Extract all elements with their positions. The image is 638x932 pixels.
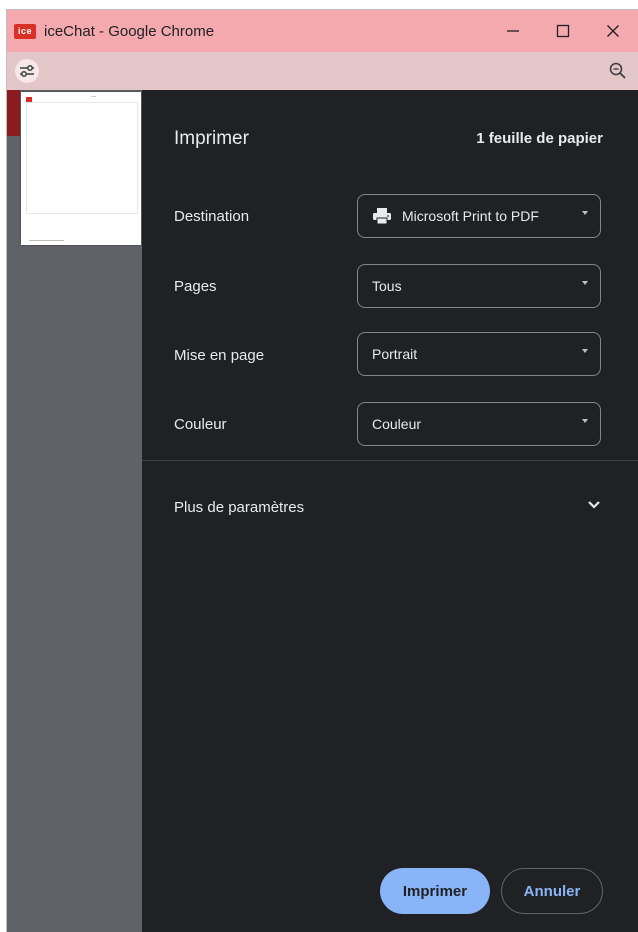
expand-more-icon[interactable] — [587, 500, 601, 510]
layout-select[interactable]: Portrait — [357, 332, 601, 376]
minimize-button[interactable] — [488, 10, 538, 52]
zoom-icon — [609, 62, 626, 79]
window-controls — [488, 10, 638, 52]
chrome-window: ice iceChat - Google Chrome Imprimer 1 f… — [7, 10, 638, 932]
thumbnail-footer-line — [29, 240, 64, 241]
close-button[interactable] — [588, 10, 638, 52]
chevron-down-icon — [582, 211, 588, 215]
chevron-down-icon — [582, 349, 588, 353]
pages-value: Tous — [372, 278, 402, 294]
window-title: iceChat - Google Chrome — [44, 22, 215, 40]
layout-label: Mise en page — [174, 347, 265, 364]
section-divider — [142, 460, 638, 461]
browser-toolbar — [7, 52, 638, 90]
destination-value: Microsoft Print to PDF — [402, 208, 539, 224]
print-preview-area — [20, 90, 142, 932]
color-value: Couleur — [372, 416, 422, 432]
thumbnail-content-box — [26, 102, 138, 214]
maximize-button[interactable] — [538, 10, 588, 52]
sheet-count: 1 feuille de papier — [476, 130, 603, 147]
tune-icon — [20, 65, 34, 77]
minimize-icon — [507, 30, 519, 32]
print-settings-panel: Imprimer 1 feuille de papier Destination… — [142, 90, 638, 932]
background-page-edge — [7, 90, 20, 932]
chevron-down-icon — [582, 419, 588, 423]
maximize-icon — [556, 24, 570, 38]
color-label: Couleur — [174, 416, 227, 433]
background-page-accent — [7, 90, 20, 136]
chevron-down-icon — [582, 281, 588, 285]
print-button[interactable]: Imprimer — [380, 868, 490, 914]
tune-button[interactable] — [15, 59, 39, 83]
printer-icon — [373, 208, 391, 225]
cancel-button[interactable]: Annuler — [501, 868, 603, 914]
destination-select[interactable]: Microsoft Print to PDF — [357, 194, 601, 238]
zoom-button[interactable] — [608, 61, 628, 81]
app-icon: ice — [14, 23, 36, 39]
title-bar: ice iceChat - Google Chrome — [7, 10, 638, 52]
close-icon — [607, 25, 619, 37]
pages-select[interactable]: Tous — [357, 264, 601, 308]
destination-label: Destination — [174, 208, 250, 225]
pages-label: Pages — [174, 278, 217, 295]
thumbnail-text-line — [91, 96, 96, 97]
color-select[interactable]: Couleur — [357, 402, 601, 446]
more-settings-toggle[interactable]: Plus de paramètres — [174, 499, 304, 516]
page-preview-thumbnail — [21, 92, 141, 245]
dialog-title: Imprimer — [174, 128, 249, 149]
layout-value: Portrait — [372, 346, 418, 362]
